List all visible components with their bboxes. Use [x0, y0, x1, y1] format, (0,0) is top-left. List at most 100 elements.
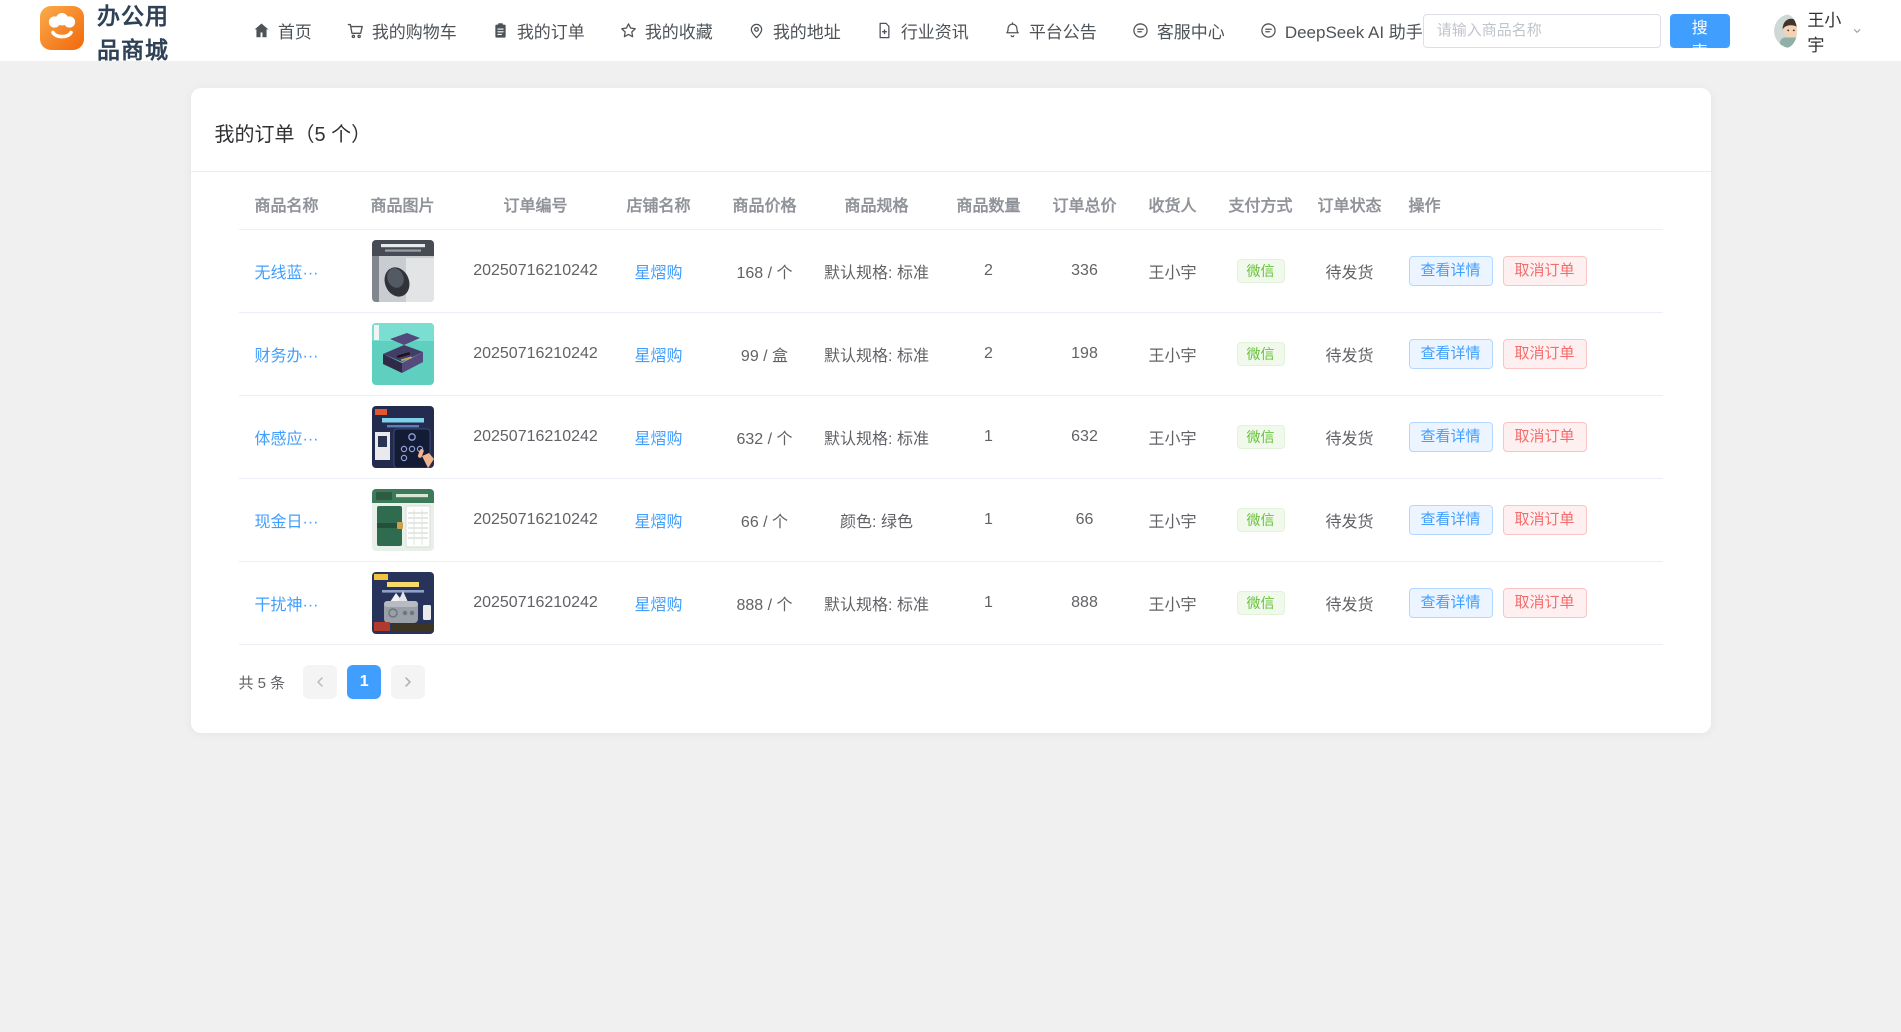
table-row: 干扰神··· 20250716210242 星熠购 888 / 个 默认规格: … — [238, 562, 1663, 645]
col-spec: 商品规格 — [844, 197, 909, 215]
cancel-order-button[interactable]: 取消订单 — [1502, 505, 1587, 535]
quantity: 2 — [984, 345, 993, 362]
product-image-smart-sensor-panel[interactable] — [371, 406, 434, 468]
view-details-button[interactable]: 查看详情 — [1408, 256, 1493, 286]
order-status: 待发货 — [1325, 348, 1374, 365]
home-icon — [254, 23, 269, 38]
page-title: 我的订单（5 个） — [190, 88, 1711, 172]
nav-cart[interactable]: 我的购物车 — [346, 18, 457, 43]
payment-badge: 微信 — [1236, 590, 1285, 616]
user-name: 王小宇 — [1807, 10, 1842, 55]
search-area: 搜索 — [1422, 13, 1730, 61]
col-order-number: 订单编号 — [503, 197, 568, 215]
cancel-order-button[interactable]: 取消订单 — [1502, 256, 1587, 286]
product-image-audio-jammer-box[interactable] — [371, 572, 434, 634]
brand-logo[interactable]: 办公用品商城 — [40, 0, 190, 65]
col-product-image: 商品图片 — [370, 197, 435, 215]
nav-favorites[interactable]: 我的收藏 — [619, 18, 713, 43]
order-number: 20250716210242 — [473, 345, 598, 362]
product-spec: 默认规格: 标准 — [824, 431, 929, 448]
col-store-name: 店铺名称 — [626, 197, 691, 215]
recipient: 王小宇 — [1148, 597, 1197, 614]
store-logo-icon — [40, 6, 84, 55]
location-icon — [750, 23, 763, 39]
col-price: 商品价格 — [732, 197, 797, 215]
pagination-total: 共 5 条 — [238, 674, 286, 692]
nav-home[interactable]: 首页 — [252, 18, 312, 43]
news-icon — [879, 22, 890, 39]
payment-badge: 微信 — [1236, 507, 1285, 533]
order-total: 632 — [1071, 428, 1098, 445]
store-link[interactable]: 星熠购 — [634, 265, 682, 282]
cart-icon — [347, 23, 363, 39]
col-product-name: 商品名称 — [254, 197, 319, 215]
order-number: 20250716210242 — [473, 511, 598, 528]
main-nav: 首页 我的购物车 我的订单 我的收藏 我的地址 行业资讯 平台公告 客服中心 D… — [252, 18, 1423, 43]
cancel-order-button[interactable]: 取消订单 — [1502, 588, 1587, 618]
product-image-green-cash-journal[interactable] — [371, 489, 434, 551]
col-payment: 支付方式 — [1228, 197, 1293, 215]
service-chat-icon — [1133, 23, 1148, 38]
nav-address[interactable]: 我的地址 — [747, 18, 841, 43]
order-status: 待发货 — [1325, 431, 1374, 448]
search-input[interactable] — [1422, 13, 1661, 48]
product-image-wireless-mouse[interactable] — [371, 240, 434, 302]
pagination-next-button[interactable] — [391, 665, 426, 699]
quantity: 1 — [984, 511, 993, 528]
recipient: 王小宇 — [1148, 514, 1197, 531]
store-link[interactable]: 星熠购 — [634, 514, 682, 531]
pagination-prev-button[interactable] — [303, 665, 338, 699]
bell-icon — [1005, 22, 1019, 38]
col-recipient: 收货人 — [1148, 197, 1197, 215]
pagination-page-1[interactable]: 1 — [347, 665, 382, 699]
nav-announcements[interactable]: 平台公告 — [1003, 18, 1097, 43]
col-quantity: 商品数量 — [956, 197, 1021, 215]
order-total: 336 — [1071, 262, 1098, 279]
store-link[interactable]: 星熠购 — [634, 597, 682, 614]
nav-news[interactable]: 行业资讯 — [875, 18, 969, 43]
top-bar: 办公用品商城 首页 我的购物车 我的订单 我的收藏 我的地址 行业资讯 平台公告… — [0, 0, 1901, 65]
pagination: 共 5 条 1 — [239, 665, 1663, 699]
view-details-button[interactable]: 查看详情 — [1408, 339, 1493, 369]
avatar — [1773, 13, 1798, 48]
store-link[interactable]: 星熠购 — [634, 348, 682, 365]
orders-table: 商品名称 商品图片 订单编号 店铺名称 商品价格 商品规格 商品数量 订单总价 … — [238, 178, 1663, 645]
view-details-button[interactable]: 查看详情 — [1408, 422, 1493, 452]
view-details-button[interactable]: 查看详情 — [1408, 505, 1493, 535]
order-total: 198 — [1071, 345, 1098, 362]
user-menu[interactable]: 王小宇 — [1773, 6, 1861, 56]
order-number: 20250716210242 — [473, 594, 598, 611]
cancel-order-button[interactable]: 取消订单 — [1502, 339, 1587, 369]
quantity: 1 — [984, 428, 993, 445]
table-row: 体感应··· 20250716210242 星熠购 632 / 个 默认规格: … — [238, 396, 1663, 479]
nav-orders[interactable]: 我的订单 — [491, 18, 585, 43]
nav-ai-assistant[interactable]: DeepSeek AI 助手 — [1259, 18, 1423, 43]
product-name-link[interactable]: 现金日··· — [255, 514, 319, 531]
payment-badge: 微信 — [1236, 258, 1285, 284]
order-number: 20250716210242 — [473, 428, 598, 445]
chevron-left-icon — [317, 677, 323, 687]
recipient: 王小宇 — [1148, 265, 1197, 282]
order-total: 66 — [1075, 511, 1094, 528]
search-button[interactable]: 搜索 — [1669, 13, 1730, 61]
product-price: 99 / 盒 — [740, 348, 789, 365]
product-spec: 默认规格: 标准 — [824, 265, 929, 282]
chevron-right-icon — [405, 677, 411, 687]
product-name-link[interactable]: 财务办··· — [255, 348, 319, 365]
table-row: 财务办··· 20250716210242 星熠购 99 / 盒 默认规格: 标… — [238, 313, 1663, 396]
product-name-link[interactable]: 体感应··· — [255, 431, 319, 448]
recipient: 王小宇 — [1148, 431, 1197, 448]
view-details-button[interactable]: 查看详情 — [1408, 588, 1493, 618]
product-price: 888 / 个 — [736, 597, 793, 614]
order-status: 待发货 — [1325, 265, 1374, 282]
order-icon — [495, 23, 506, 38]
store-link[interactable]: 星熠购 — [634, 431, 682, 448]
product-spec: 默认规格: 标准 — [824, 597, 929, 614]
nav-support[interactable]: 客服中心 — [1131, 18, 1225, 43]
product-name-link[interactable]: 无线蓝··· — [255, 265, 319, 282]
product-image-gift-box-set[interactable] — [371, 323, 434, 385]
order-status: 待发货 — [1325, 597, 1374, 614]
cancel-order-button[interactable]: 取消订单 — [1502, 422, 1587, 452]
order-total: 888 — [1071, 594, 1098, 611]
product-name-link[interactable]: 干扰神··· — [255, 597, 319, 614]
